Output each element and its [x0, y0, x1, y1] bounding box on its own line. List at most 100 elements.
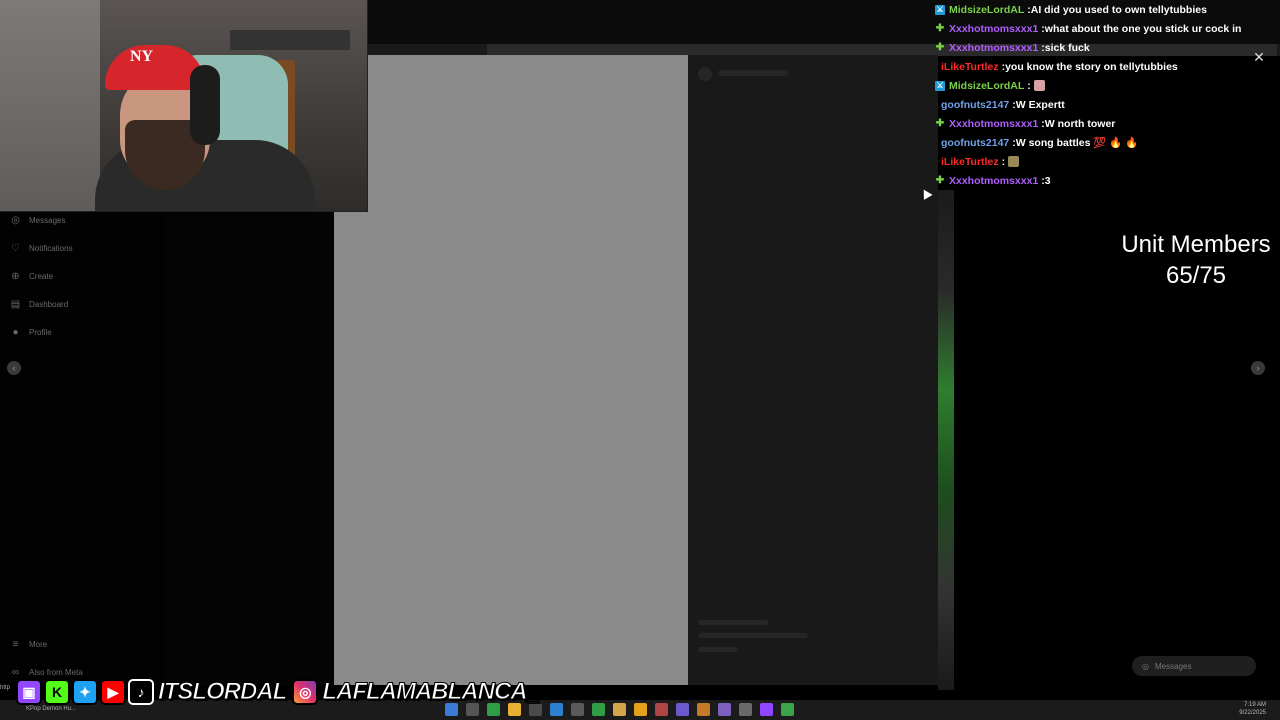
moderator-badge-icon: ⚔ [935, 4, 945, 15]
sidebar-item-messages[interactable]: ◎ Messages [10, 210, 65, 230]
sidebar-item-label: Messages [29, 215, 66, 225]
chat-message: ✚ Xxxhotmomsxxx1: sick fuck [930, 38, 1090, 57]
unit-members-count: 65/75 [1165, 262, 1227, 289]
app-icon[interactable] [613, 703, 626, 716]
sidebar-item-more[interactable]: ≡ More [10, 634, 48, 654]
chevron-left-icon: ‹ [12, 363, 16, 373]
chat-username[interactable]: iLikeTurtlez [941, 61, 999, 73]
cap-logo: NY [130, 48, 154, 65]
clock-date: 9/22/2025 [1239, 710, 1266, 716]
chat-emote-icon [1033, 80, 1045, 91]
chat-username[interactable]: MidsizeLordAL [949, 80, 1024, 92]
chrome-icon[interactable] [634, 703, 647, 716]
avatar-icon: ● [12, 326, 19, 338]
room-shelf [230, 30, 350, 50]
edge-icon[interactable] [550, 703, 563, 716]
clock-time: 7:19 AM [1243, 702, 1266, 708]
app-icon[interactable] [697, 703, 710, 716]
subscriber-badge-icon: ✚ [935, 23, 945, 34]
chat-username[interactable]: Xxxhotmomsxxx1 [949, 175, 1038, 187]
moderator-badge-icon: ⚔ [935, 80, 945, 91]
prev-post-button[interactable]: ‹ [7, 361, 21, 375]
instagram-icon: ◎ [292, 679, 319, 705]
caption-placeholder [698, 633, 808, 638]
chat-username[interactable]: Xxxhotmomsxxx1 [949, 23, 1038, 35]
plus-icon: ⊕ [11, 270, 20, 282]
background-window-strip [938, 190, 954, 690]
sidebar-item-notifications[interactable]: ♡ Notifications [10, 238, 73, 258]
youtube-icon: ▶ [100, 679, 126, 705]
no-badge [935, 138, 937, 148]
chat-username[interactable]: Xxxhotmomsxxx1 [949, 42, 1038, 54]
messages-pill-label: Messages [1154, 661, 1192, 671]
chat-username[interactable]: goofnuts2147 [941, 137, 1009, 149]
sidebar-item-dashboard[interactable]: ▤ Dashboard [10, 294, 68, 314]
chat-message: ⚔ MidsizeLordAL: AI did you used to own t… [930, 0, 1207, 19]
no-badge [935, 157, 937, 167]
app-icon[interactable] [760, 703, 773, 716]
room-wall [0, 0, 100, 211]
handle-laflamablanca: LAFLAMABLANCA_ [322, 678, 541, 706]
no-badge [935, 100, 937, 110]
instagram-sidebar: ◎ Messages ♡ Notifications ⊕ Create ▤ Da… [0, 210, 167, 686]
chrome-icon[interactable] [781, 703, 794, 716]
obs-icon[interactable] [739, 703, 752, 716]
discord-icon[interactable] [718, 703, 731, 716]
post-details-panel [688, 55, 938, 685]
webcam-feed: NY [0, 0, 368, 212]
next-post-button[interactable]: › [1251, 361, 1265, 375]
chat-message: goofnuts2147: W Expertt [930, 95, 1065, 114]
app-icon[interactable] [592, 703, 605, 716]
socials-banner: ▣ K ✦ ▶ ♪ ITSLORDAL ◎ LAFLAMABLANCA_ [16, 676, 543, 708]
subscriber-badge-icon: ✚ [935, 175, 945, 186]
chat-username[interactable]: goofnuts2147 [941, 99, 1009, 111]
date-placeholder [698, 647, 738, 652]
app-icon[interactable] [571, 703, 584, 716]
sidebar-item-profile[interactable]: ● Profile [10, 322, 52, 342]
headphones [190, 65, 220, 145]
sidebar-item-label: Dashboard [29, 299, 69, 309]
unit-members-label: Unit Members [1121, 231, 1271, 258]
chat-message: iLikeTurtlez: you know the story on tell… [930, 57, 1178, 76]
kick-icon: K [44, 679, 70, 705]
chat-username[interactable]: MidsizeLordAL [949, 4, 1024, 16]
chat-message: ✚ Xxxhotmomsxxx1: what about the one you … [930, 19, 1242, 38]
heart-icon: ♡ [11, 242, 20, 254]
likes-placeholder [698, 620, 768, 625]
chat-emote-icon [1008, 156, 1020, 167]
unit-members-widget: Unit Members 65/75 [1106, 229, 1280, 291]
subscriber-badge-icon: ✚ [935, 118, 945, 129]
messenger-icon: ◎ [11, 214, 20, 226]
no-badge [935, 62, 937, 72]
author-name-placeholder [718, 70, 788, 76]
chat-text: what about the one you stick ur cock in [1044, 22, 1242, 35]
close-icon: ✕ [1253, 48, 1265, 65]
close-modal-button[interactable]: ✕ [1252, 48, 1266, 65]
app-icon[interactable] [655, 703, 668, 716]
chat-message: ✚ Xxxhotmomsxxx1: 3 [930, 171, 1051, 190]
chat-username[interactable]: iLikeTurtlez [941, 156, 999, 168]
twitch-icon: ▣ [16, 679, 42, 705]
feed-backdrop [166, 210, 334, 686]
sidebar-item-label: Profile [29, 327, 52, 337]
chevron-right-icon: › [1256, 363, 1260, 373]
messenger-icon: ◎ [1142, 661, 1149, 671]
post-image-loading[interactable] [334, 55, 688, 685]
status-url: http [0, 685, 11, 691]
chat-separator: : [1001, 155, 1006, 168]
chat-text: 3 [1044, 174, 1051, 187]
system-clock[interactable]: 7:19 AM 9/22/2025 [1239, 701, 1266, 717]
chat-text: W Expertt [1015, 98, 1065, 111]
messages-floating-button[interactable]: ◎ Messages [1132, 656, 1256, 676]
chat-message: ✚ Xxxhotmomsxxx1: W north tower [930, 114, 1116, 133]
chart-icon: ▤ [10, 298, 21, 310]
chat-text: sick fuck [1044, 41, 1090, 54]
subscriber-badge-icon: ✚ [935, 42, 945, 53]
sidebar-more-label: More [29, 639, 48, 649]
chat-separator: : [1027, 79, 1031, 92]
twitter-icon: ✦ [72, 679, 98, 705]
chat-username[interactable]: Xxxhotmomsxxx1 [949, 118, 1038, 130]
sidebar-item-create[interactable]: ⊕ Create [10, 266, 53, 286]
chat-message: iLikeTurtlez: [930, 152, 1020, 171]
app-icon[interactable] [676, 703, 689, 716]
